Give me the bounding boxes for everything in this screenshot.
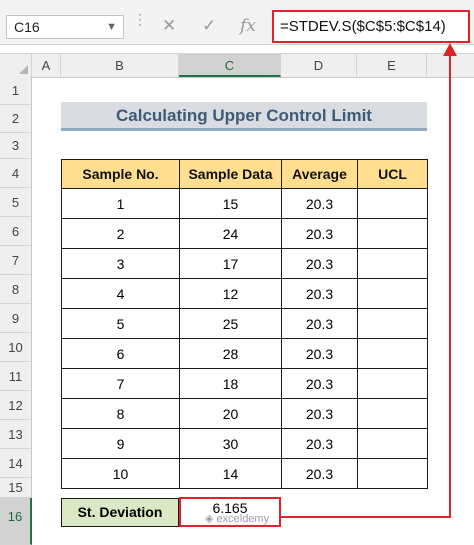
cancel-icon[interactable]: ✕ <box>162 14 176 38</box>
cell-sample-no[interactable]: 4 <box>61 278 180 309</box>
row-header-1[interactable]: 1 <box>0 77 32 105</box>
cell-average[interactable]: 20.3 <box>281 188 358 219</box>
cell-sample-no[interactable]: 2 <box>61 218 180 249</box>
cell-sample-data[interactable]: 17 <box>179 248 282 279</box>
row-header-11[interactable]: 11 <box>0 362 32 391</box>
row-header-13[interactable]: 13 <box>0 420 32 449</box>
enter-icon[interactable]: ✓ <box>202 14 216 38</box>
row-header-10[interactable]: 10 <box>0 333 32 362</box>
column-header-a[interactable]: A <box>32 54 61 77</box>
cell-ucl[interactable] <box>357 398 428 429</box>
cell-average[interactable]: 20.3 <box>281 368 358 399</box>
cell-average[interactable]: 20.3 <box>281 218 358 249</box>
cell-sample-no[interactable]: 6 <box>61 338 180 369</box>
cell-sample-data[interactable]: 18 <box>179 368 282 399</box>
cell-sample-no[interactable]: 3 <box>61 248 180 279</box>
drag-handle-icon[interactable]: ⋮ <box>133 12 147 26</box>
table-row: 9 30 20.3 <box>61 428 428 459</box>
cell-ucl[interactable] <box>357 218 428 249</box>
row-header-3[interactable]: 3 <box>0 133 32 159</box>
select-all-button[interactable] <box>0 54 32 77</box>
cell-sample-data[interactable]: 20 <box>179 398 282 429</box>
chevron-down-icon[interactable]: ▼ <box>106 16 117 38</box>
cell-sample-data[interactable]: 25 <box>179 308 282 339</box>
cell-sample-data[interactable]: 30 <box>179 428 282 459</box>
name-box-value: C16 <box>14 19 40 35</box>
row-header-15[interactable]: 15 <box>0 478 32 498</box>
cell-sample-data[interactable]: 28 <box>179 338 282 369</box>
cell-average[interactable]: 20.3 <box>281 278 358 309</box>
formula-bar: C16 ▼ ⋮ ✕ ✓ fx =STDEV.S($C$5:$C$14) <box>0 0 474 45</box>
row-header-2[interactable]: 2 <box>0 105 32 133</box>
insert-function-icon[interactable]: fx <box>240 14 256 38</box>
cell-sample-no[interactable]: 5 <box>61 308 180 339</box>
header-ucl[interactable]: UCL <box>357 159 428 189</box>
column-header-e[interactable]: E <box>357 54 427 77</box>
cell-sample-no[interactable]: 10 <box>61 458 180 489</box>
watermark-text: exceldemy <box>216 513 270 525</box>
cell-ucl[interactable] <box>357 308 428 339</box>
table-row: 6 28 20.3 <box>61 338 428 369</box>
table-row: 4 12 20.3 <box>61 278 428 309</box>
row-header-14[interactable]: 14 <box>0 449 32 478</box>
arrow-up-icon <box>443 43 457 56</box>
cell-sample-no[interactable]: 8 <box>61 398 180 429</box>
table-row: 2 24 20.3 <box>61 218 428 249</box>
cell-sample-data[interactable]: 15 <box>179 188 282 219</box>
sheet-title[interactable]: Calculating Upper Control Limit <box>61 102 427 131</box>
table-row: 1 15 20.3 <box>61 188 428 219</box>
data-table: Sample No. Sample Data Average UCL 1 15 … <box>61 159 428 489</box>
cell-ucl[interactable] <box>357 278 428 309</box>
row-header-4[interactable]: 4 <box>0 159 32 188</box>
row-header-8[interactable]: 8 <box>0 275 32 304</box>
cell-average[interactable]: 20.3 <box>281 398 358 429</box>
cell-ucl[interactable] <box>357 188 428 219</box>
row-header-12[interactable]: 12 <box>0 391 32 420</box>
header-average[interactable]: Average <box>281 159 358 189</box>
watermark-icon: ◈ <box>205 513 217 525</box>
cell-sample-no[interactable]: 9 <box>61 428 180 459</box>
table-row: 3 17 20.3 <box>61 248 428 279</box>
annotation-arrow-horizontal <box>281 516 451 518</box>
row-header-9[interactable]: 9 <box>0 304 32 333</box>
watermark-logo: ◈ exceldemy <box>205 512 269 525</box>
cell-ucl[interactable] <box>357 248 428 279</box>
cell-average[interactable]: 20.3 <box>281 338 358 369</box>
cell-sample-data[interactable]: 24 <box>179 218 282 249</box>
annotation-arrow-vertical <box>449 54 451 518</box>
cell-average[interactable]: 20.3 <box>281 308 358 339</box>
header-sample-no[interactable]: Sample No. <box>61 159 180 189</box>
cell-sample-no[interactable]: 1 <box>61 188 180 219</box>
header-sample-data[interactable]: Sample Data <box>179 159 282 189</box>
cell-average[interactable]: 20.3 <box>281 458 358 489</box>
cell-ucl[interactable] <box>357 368 428 399</box>
column-header-c[interactable]: C <box>179 54 281 77</box>
cell-ucl[interactable] <box>357 338 428 369</box>
table-row: 10 14 20.3 <box>61 458 428 489</box>
row-header-16[interactable]: 16 <box>0 498 32 545</box>
table-row: 7 18 20.3 <box>61 368 428 399</box>
formula-input[interactable]: =STDEV.S($C$5:$C$14) <box>272 10 470 43</box>
cell-sample-data[interactable]: 12 <box>179 278 282 309</box>
column-header-d[interactable]: D <box>281 54 357 77</box>
cell-average[interactable]: 20.3 <box>281 248 358 279</box>
table-header-row: Sample No. Sample Data Average UCL <box>61 159 428 189</box>
row-header-7[interactable]: 7 <box>0 246 32 275</box>
row-header-5[interactable]: 5 <box>0 188 32 217</box>
name-box[interactable]: C16 ▼ <box>6 15 124 39</box>
cell-ucl[interactable] <box>357 458 428 489</box>
table-row: 8 20 20.3 <box>61 398 428 429</box>
table-row: 5 25 20.3 <box>61 308 428 339</box>
column-headers: A B C D E <box>0 53 474 78</box>
row-header-6[interactable]: 6 <box>0 217 32 246</box>
cell-average[interactable]: 20.3 <box>281 428 358 459</box>
cell-ucl[interactable] <box>357 428 428 459</box>
select-all-triangle-icon <box>19 65 28 74</box>
cell-sample-data[interactable]: 14 <box>179 458 282 489</box>
cell-sample-no[interactable]: 7 <box>61 368 180 399</box>
std-deviation-label[interactable]: St. Deviation <box>61 498 179 527</box>
column-header-b[interactable]: B <box>61 54 179 77</box>
